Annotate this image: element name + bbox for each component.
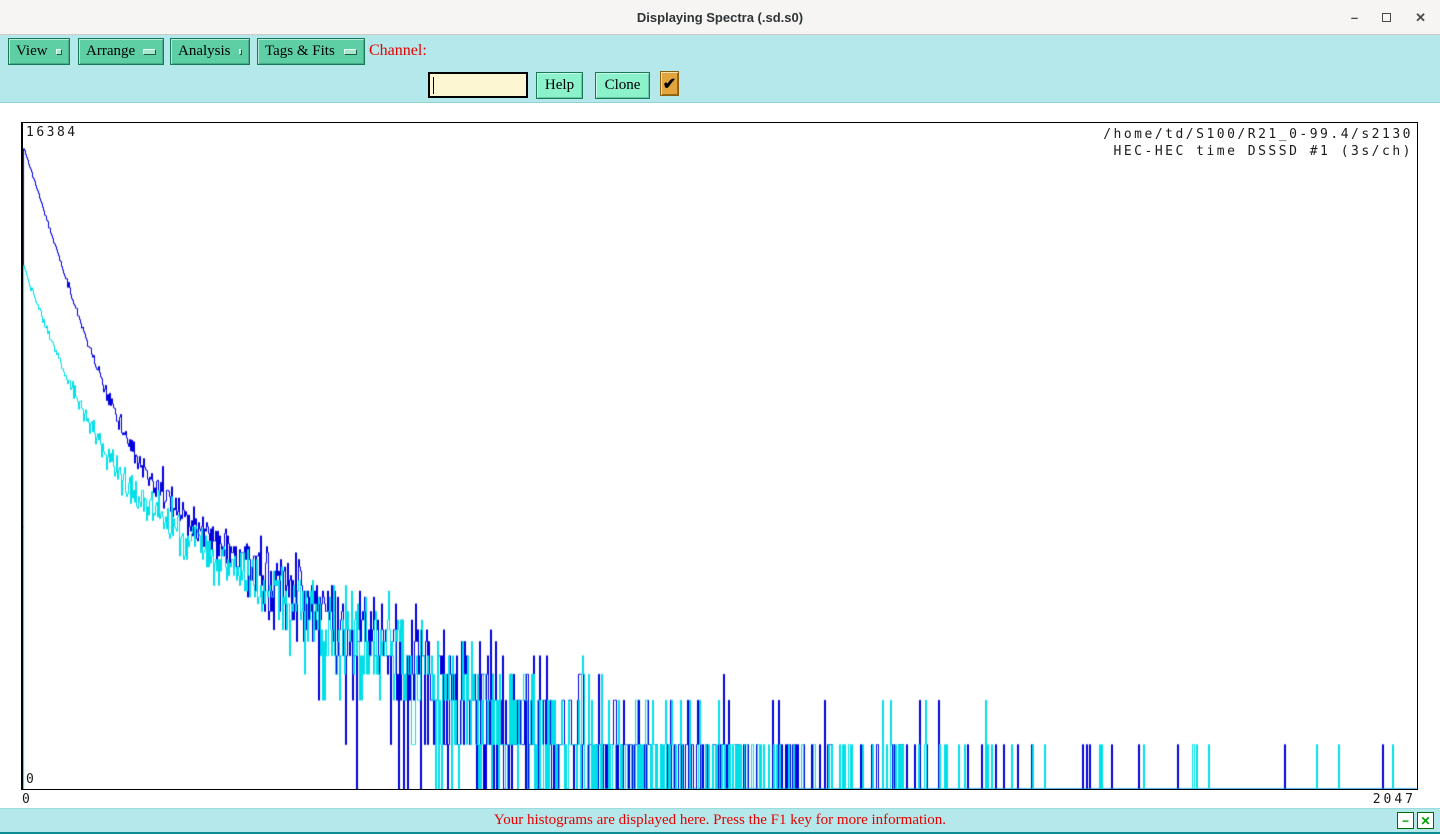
spectrum-path: /home/td/S100/R21_0-99.4/s2130 (1103, 126, 1413, 143)
application-window: Displaying Spectra (.sd.s0) – ✕ View Arr… (0, 0, 1440, 834)
channel-input[interactable] (428, 72, 528, 98)
y-axis-min-label: 0 (26, 772, 36, 787)
help-button[interactable]: Help (536, 72, 583, 99)
clone-button[interactable]: Clone (595, 72, 650, 99)
spectrum-header: /home/td/S100/R21_0-99.4/s2130 HEC-HEC t… (1103, 126, 1413, 160)
arrange-menu-button[interactable]: Arrange (78, 38, 164, 65)
window-title: Displaying Spectra (.sd.s0) (637, 10, 803, 25)
title-bar: Displaying Spectra (.sd.s0) – ✕ (0, 0, 1440, 35)
status-bar-controls: − ✕ (1397, 812, 1434, 829)
pin-checkbox[interactable]: ✔ (660, 71, 679, 96)
menu-dash-icon (344, 49, 357, 55)
maximize-icon[interactable] (1382, 11, 1391, 24)
menu-dash-icon (143, 49, 156, 55)
text-caret (433, 77, 434, 94)
x-axis-max-label: 2047 (1373, 792, 1416, 807)
close-icon[interactable]: ✕ (1415, 11, 1426, 24)
x-axis-min-label: 0 (22, 792, 32, 807)
y-axis-max-label: 16384 (26, 125, 78, 140)
status-minimize-icon[interactable]: − (1397, 812, 1414, 829)
status-close-icon[interactable]: ✕ (1417, 812, 1434, 829)
analysis-menu-button[interactable]: Analysis (170, 38, 250, 65)
spectrum-title: HEC-HEC time DSSSD #1 (3s/ch) (1103, 143, 1413, 160)
status-bar: Your histograms are displayed here. Pres… (0, 808, 1440, 834)
menu-dash-icon (56, 49, 62, 55)
menu-dash-icon (239, 49, 243, 55)
channel-label: Channel: (369, 42, 427, 60)
minimize-icon[interactable]: – (1351, 11, 1358, 24)
view-menu-button[interactable]: View (8, 38, 70, 65)
plot-region: 16384 0 /home/td/S100/R21_0-99.4/s2130 H… (0, 103, 1440, 808)
toolbar: View Arrange Analysis Tags & Fits Channe… (0, 35, 1440, 103)
window-controls: – ✕ (1351, 0, 1426, 35)
spectrum-canvas[interactable] (23, 123, 1417, 789)
plot-frame: 16384 0 /home/td/S100/R21_0-99.4/s2130 H… (21, 122, 1418, 790)
status-message: Your histograms are displayed here. Pres… (494, 812, 946, 829)
tags-fits-menu-button[interactable]: Tags & Fits (257, 38, 365, 65)
